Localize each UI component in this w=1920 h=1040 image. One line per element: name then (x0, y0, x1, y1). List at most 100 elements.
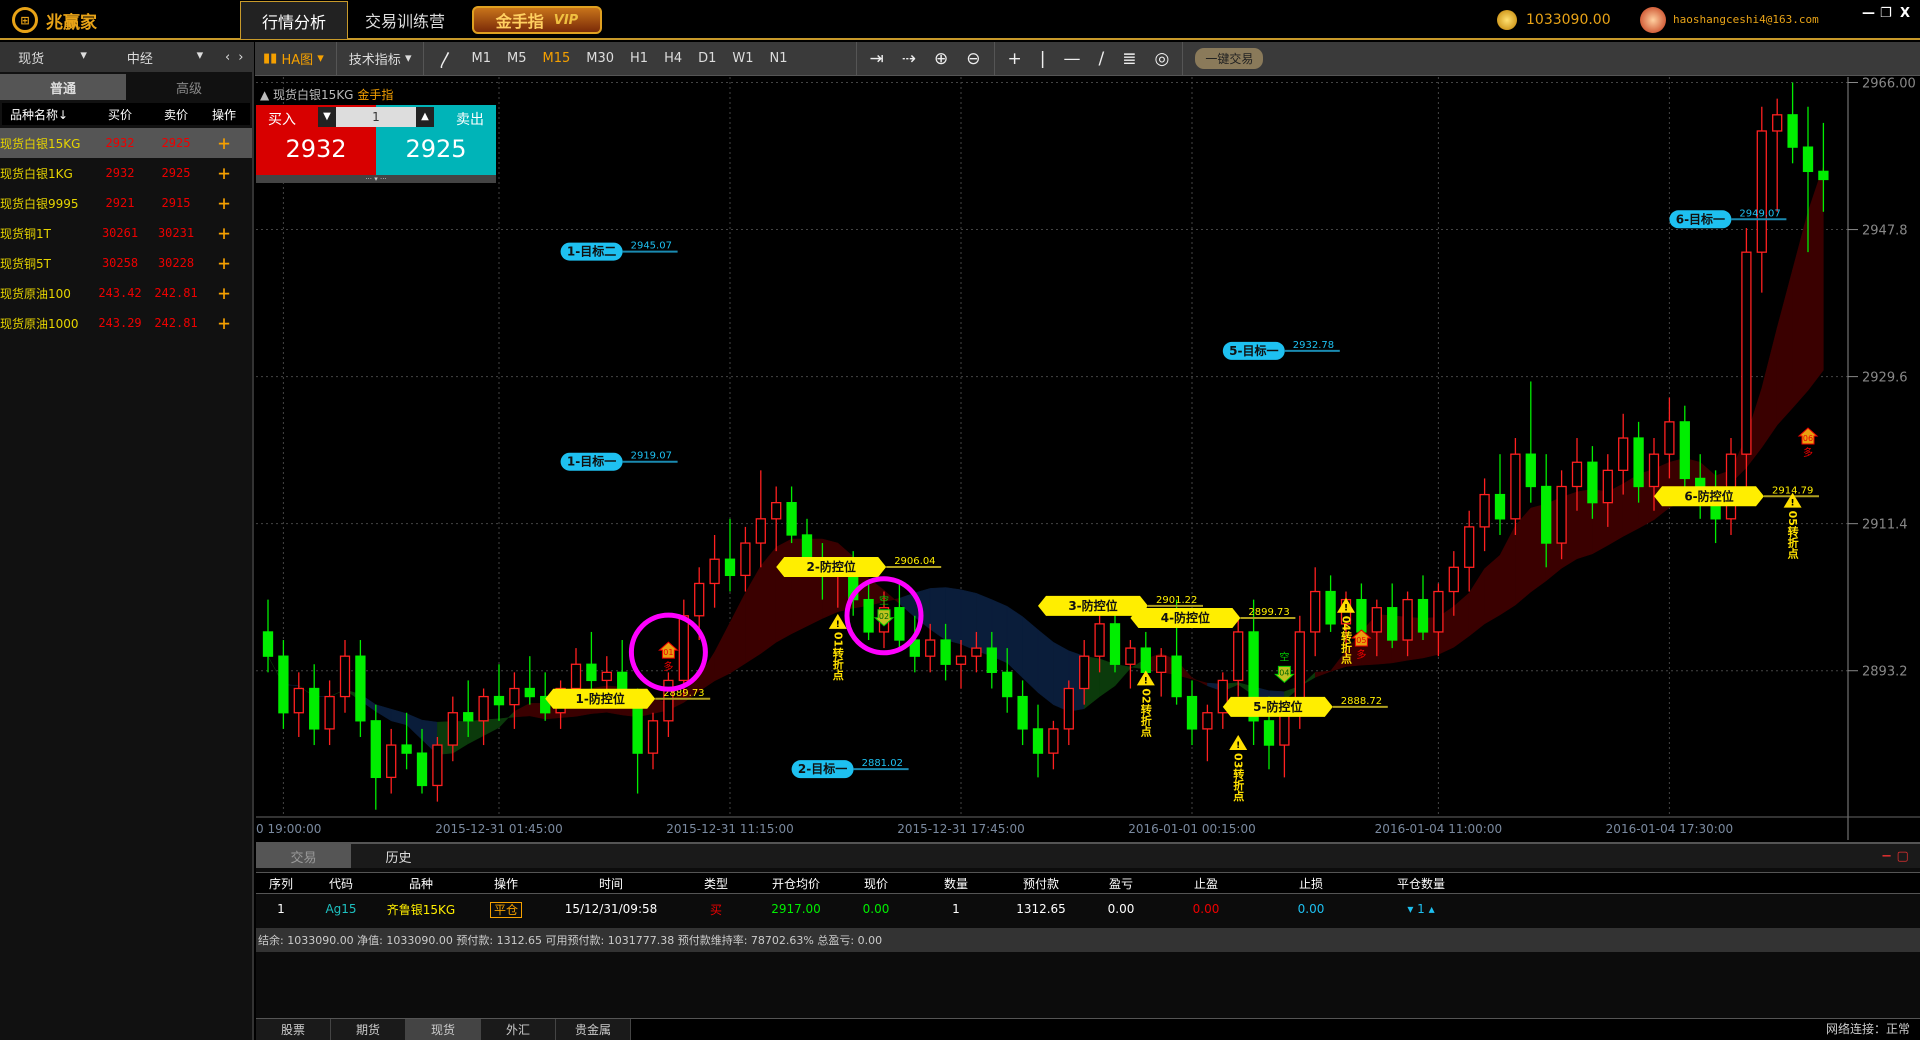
tab-trade[interactable]: 交易 (256, 844, 351, 868)
candle[interactable] (1032, 704, 1044, 778)
candle[interactable] (724, 518, 736, 592)
candle[interactable] (1510, 438, 1521, 535)
candle[interactable] (278, 640, 289, 729)
minimize-button[interactable]: — (1862, 6, 1875, 21)
crosshair-icon[interactable]: + (999, 49, 1031, 69)
candle[interactable] (771, 486, 782, 552)
increment-icon[interactable]: ▲ (416, 107, 434, 127)
candle[interactable] (1063, 680, 1074, 746)
quote-row[interactable]: 现货铜1T 30261 30231 + (0, 218, 252, 248)
target-level[interactable]: 6-目标一 2949.07 (1669, 208, 1787, 229)
zoom-in-icon[interactable]: ⊕ (925, 49, 957, 69)
candle[interactable] (355, 640, 366, 737)
candle[interactable] (1787, 82, 1798, 164)
period-m30[interactable]: M30 (578, 42, 622, 76)
fit-right-icon[interactable]: ⇥ (861, 49, 893, 69)
column-header[interactable]: 数量 (916, 875, 996, 892)
candle[interactable] (324, 680, 335, 746)
quote-row[interactable]: 现货白银15KG 2932 2925 + (0, 128, 252, 158)
add-icon[interactable]: + (204, 131, 244, 155)
defense-level[interactable]: 1-防控位 2889.73 (545, 688, 711, 709)
candle[interactable] (955, 640, 967, 689)
period-h4[interactable]: H4 (656, 42, 690, 76)
add-icon[interactable]: + (204, 281, 244, 305)
horizontal-line-icon[interactable]: — (1055, 49, 1090, 69)
add-icon[interactable]: + (204, 161, 244, 185)
sell-price[interactable]: 2925 (376, 135, 496, 163)
candle[interactable] (1494, 454, 1506, 535)
tab-market-analysis[interactable]: 行情分析 (240, 1, 348, 39)
target-level[interactable]: 5-目标一 2932.78 (1222, 340, 1340, 360)
candle[interactable] (1417, 575, 1429, 641)
tab-normal[interactable]: 普通 (0, 74, 126, 100)
candle[interactable] (1109, 607, 1121, 673)
candle[interactable] (339, 640, 351, 713)
period-d1[interactable]: D1 (690, 42, 724, 76)
candle[interactable] (1017, 680, 1028, 746)
candle[interactable] (740, 526, 751, 592)
candle[interactable] (1310, 567, 1321, 657)
footer-tab[interactable]: 期货 (331, 1019, 406, 1040)
market-select[interactable]: 现货 ▾ (0, 48, 105, 67)
prev-arrow-icon[interactable]: ‹ (225, 50, 230, 65)
column-header[interactable]: 盈亏 (1086, 875, 1156, 892)
column-header[interactable]: 时间 (546, 875, 676, 892)
turning-point-marker[interactable]: ! 05转折点 (1783, 492, 1802, 560)
cell-action[interactable]: 平仓 (466, 901, 546, 918)
candle[interactable] (509, 672, 520, 729)
target-level[interactable]: 2-目标一 2881.02 (791, 758, 909, 779)
candle[interactable] (493, 664, 505, 721)
target-level[interactable]: 1-目标一 2919.07 (560, 451, 678, 471)
period-w1[interactable]: W1 (724, 42, 761, 76)
defense-level[interactable]: 5-防控位 2888.72 (1222, 696, 1388, 717)
candle[interactable] (1772, 98, 1783, 212)
candle[interactable] (1202, 704, 1213, 762)
candle[interactable] (309, 664, 320, 746)
panel-window-controls[interactable]: − ▢ (1870, 844, 1920, 868)
ellipse-icon[interactable]: ◎ (1145, 49, 1178, 69)
candle[interactable] (1125, 640, 1136, 689)
move-right-icon[interactable]: ⇢ (893, 49, 925, 69)
quote-row[interactable]: 现货白银1KG 2932 2925 + (0, 158, 252, 188)
candle[interactable] (1387, 583, 1398, 649)
period-m15[interactable]: M15 (534, 42, 578, 76)
candle[interactable] (894, 583, 905, 649)
defense-level[interactable]: 4-防控位 2899.73 (1130, 607, 1296, 628)
period-m5[interactable]: M5 (499, 42, 535, 76)
user-email[interactable]: haoshangceshi4@163.com (1673, 13, 1819, 26)
quantity-value[interactable]: 1 (336, 110, 416, 124)
quote-row[interactable]: 现货铜5T 30258 30228 + (0, 248, 252, 278)
candle[interactable] (1048, 720, 1059, 770)
column-header[interactable]: 现价 (836, 875, 916, 892)
indicators-dropdown[interactable]: 技术指标 ▾ (341, 42, 420, 76)
candle[interactable] (647, 712, 659, 770)
column-header[interactable]: 开仓均价 (756, 875, 836, 892)
add-icon[interactable]: + (204, 311, 244, 335)
candle[interactable] (293, 672, 304, 737)
column-header[interactable]: 品种 (376, 875, 466, 892)
column-header[interactable]: 止盈 (1156, 875, 1256, 892)
table-row[interactable]: 1 Ag15 齐鲁银15KG 平仓 15/12/31/09:58 买 2917.00 0.00… (256, 894, 1920, 924)
footer-tab[interactable]: 贵金属 (556, 1019, 631, 1040)
next-arrow-icon[interactable]: › (238, 50, 243, 65)
add-icon[interactable]: + (204, 191, 244, 215)
trend-line-icon[interactable]: / (1090, 49, 1114, 69)
fibonacci-icon[interactable]: ≣ (1113, 49, 1145, 69)
candle[interactable] (663, 672, 674, 737)
col-name[interactable]: 品种名称↓ (2, 106, 92, 123)
one-click-trade-button[interactable]: 一键交易 (1195, 48, 1264, 69)
candle[interactable] (1325, 575, 1336, 632)
column-header[interactable]: 平仓数量 (1366, 875, 1476, 892)
decrement-icon[interactable]: ▼ (318, 107, 336, 127)
candle[interactable] (1756, 106, 1767, 293)
candle[interactable] (586, 631, 597, 697)
candle[interactable] (524, 656, 535, 705)
price-chart[interactable]: 2966.00 2947.8 2929.6 2911.4 2893.2 0 19:00:0… (256, 77, 1920, 840)
candle[interactable] (1525, 381, 1536, 503)
vertical-line-icon[interactable]: | (1031, 49, 1055, 69)
turning-point-marker[interactable]: ! 04转折点 (1337, 597, 1355, 665)
candle[interactable] (432, 736, 443, 802)
candle[interactable] (1217, 672, 1228, 729)
quote-row[interactable]: 现货原油1000 243.29 242.81 + (0, 308, 252, 338)
candle[interactable] (755, 470, 766, 568)
